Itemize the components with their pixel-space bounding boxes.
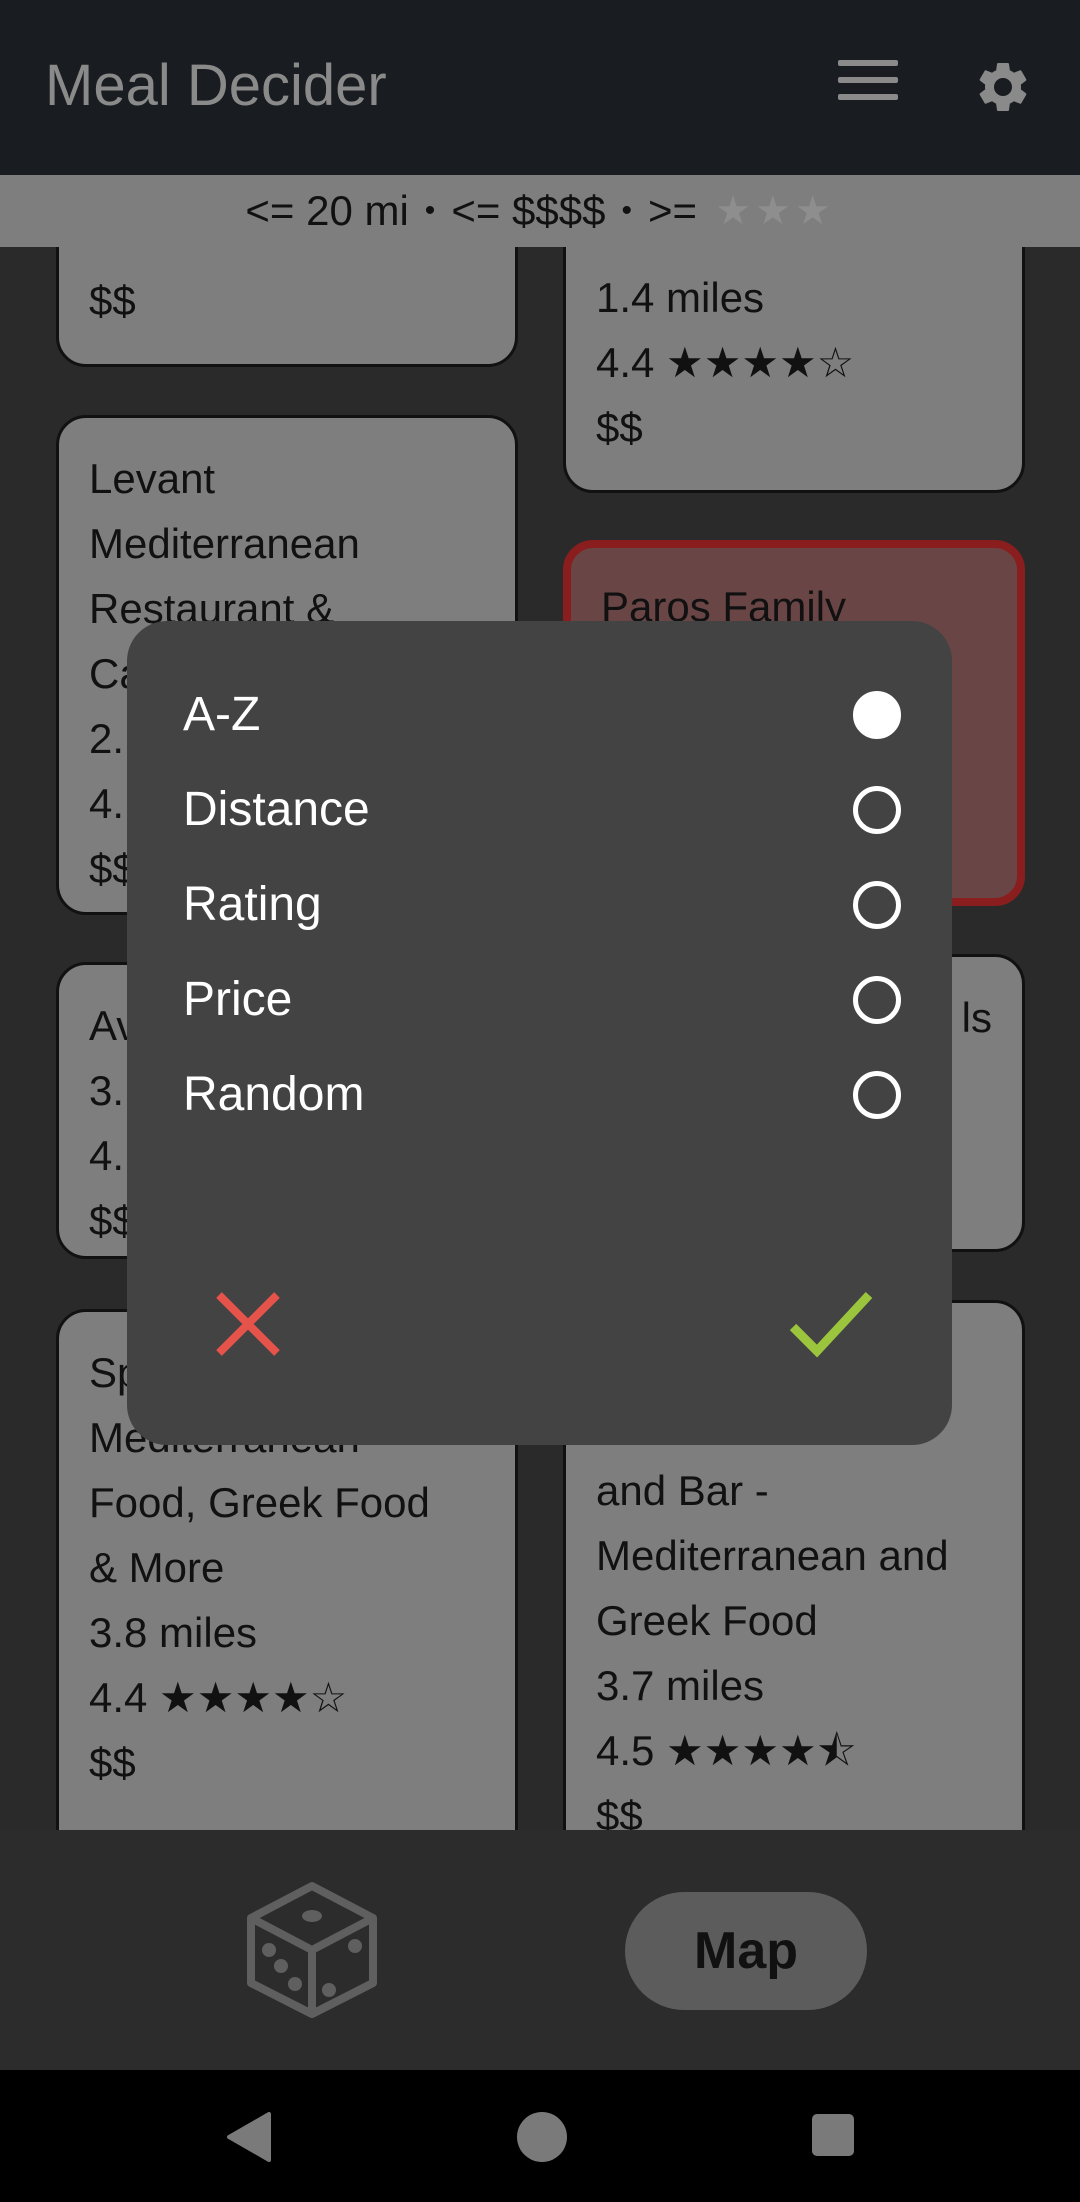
app-header: Meal Decider xyxy=(0,0,1080,175)
card-rating: 4.4 ★★★★☆ xyxy=(596,339,855,386)
card-price: $$ xyxy=(596,404,643,451)
radio-unselected-icon[interactable] xyxy=(853,880,901,929)
restaurant-card[interactable]: 1.4 miles 4.4 ★★★★☆ $$ xyxy=(563,247,1025,493)
confirm-check-icon[interactable] xyxy=(789,1289,873,1359)
card-name: Greek Food xyxy=(596,1597,818,1644)
filter-bar[interactable]: <= 20 mi • <= $$$$ • >= ★★★ xyxy=(0,175,1080,247)
home-icon[interactable] xyxy=(517,2112,567,2162)
sort-option-label: Random xyxy=(183,1068,365,1121)
app-title: Meal Decider xyxy=(45,53,387,118)
radio-unselected-icon[interactable] xyxy=(853,785,901,834)
filter-rating-prefix: >= xyxy=(648,187,698,234)
card-rating: 4.4 ★★★★☆ xyxy=(89,1674,348,1721)
radio-unselected-icon[interactable] xyxy=(853,1070,901,1119)
radio-unselected-icon[interactable] xyxy=(853,975,901,1024)
card-price: $$ xyxy=(89,277,136,324)
card-price: $$ xyxy=(596,1792,643,1830)
sort-option-label: Rating xyxy=(183,878,322,931)
back-icon[interactable] xyxy=(225,2112,271,2167)
map-button[interactable]: Map xyxy=(625,1892,867,2010)
card-name: and Bar - xyxy=(596,1467,769,1514)
card-distance: 1.4 miles xyxy=(596,274,765,321)
sort-option-price[interactable]: Price xyxy=(127,952,952,1047)
card-name: Levant xyxy=(89,455,216,502)
sort-option-random[interactable]: Random xyxy=(127,1047,952,1142)
sort-dialog: A-Z Distance Rating Price Random xyxy=(127,621,952,1445)
card-name: Food, Greek Food xyxy=(89,1479,430,1526)
filter-price: <= $$$$ xyxy=(451,187,606,234)
cancel-x-icon[interactable] xyxy=(213,1289,283,1359)
filter-distance: <= 20 mi xyxy=(245,187,409,234)
card-rating: 4.5 ★★★★⯪ xyxy=(596,1727,857,1774)
recents-icon[interactable] xyxy=(812,2114,854,2156)
sort-option-distance[interactable]: Distance xyxy=(127,762,952,857)
card-name: Mediterranean xyxy=(89,520,360,567)
menu-icon[interactable] xyxy=(838,60,898,110)
bottom-bar xyxy=(0,1830,1080,2070)
card-distance: 3.8 miles xyxy=(89,1609,258,1656)
card-distance: 3.7 miles xyxy=(596,1662,765,1709)
card-price: $$ xyxy=(89,1739,136,1786)
sort-option-label: Price xyxy=(183,973,293,1026)
sort-option-rating[interactable]: Rating xyxy=(127,857,952,952)
sort-option-label: A-Z xyxy=(183,688,261,741)
gear-icon[interactable] xyxy=(973,57,1033,117)
restaurant-card[interactable]: $$ xyxy=(56,247,518,367)
radio-selected-icon[interactable] xyxy=(853,690,901,739)
dice-icon[interactable] xyxy=(245,1880,380,2020)
sort-option-a-z[interactable]: A-Z xyxy=(127,667,952,762)
filter-rating-stars: ★★★ xyxy=(715,189,835,233)
separator-dot: • xyxy=(621,194,632,227)
separator-dot: • xyxy=(424,194,436,227)
sort-option-label: Distance xyxy=(183,783,370,836)
card-name: Mediterranean and xyxy=(596,1532,949,1579)
card-name: & More xyxy=(89,1544,225,1591)
